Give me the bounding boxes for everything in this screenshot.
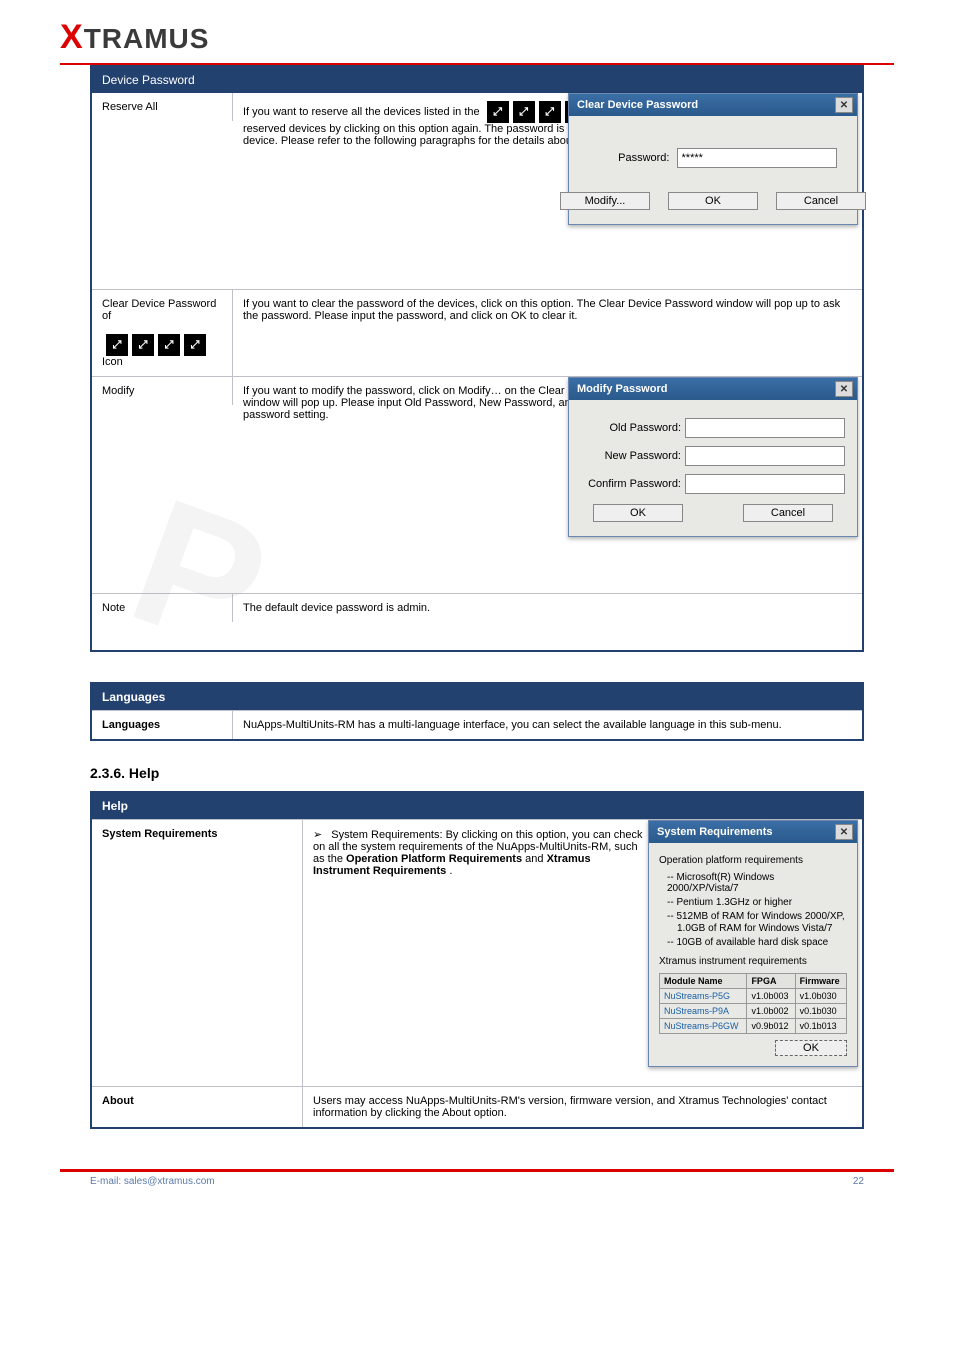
row-reserve-all-desc: If you want to reserve all the devices l… bbox=[233, 93, 862, 289]
dialog-title: Modify Password bbox=[577, 383, 667, 395]
clear-password-dialog: Clear Device Password ✕ Password: Modify… bbox=[568, 93, 858, 225]
dialog-title: Clear Device Password bbox=[577, 99, 698, 111]
page-number: 22 bbox=[853, 1176, 864, 1187]
brand-logo: XTRAMUS bbox=[60, 23, 209, 54]
th-firmware: Firmware bbox=[795, 974, 846, 989]
languages-header: Languages bbox=[92, 684, 862, 710]
languages-left: Languages bbox=[92, 711, 233, 739]
modify-password-dialog: Modify Password ✕ Old Password: New Pass… bbox=[568, 377, 858, 537]
system-requirements-dialog: System Requirements ✕ Operation platform… bbox=[648, 820, 858, 1067]
old-password-input[interactable] bbox=[685, 418, 845, 438]
port-icon: ⤢ bbox=[539, 101, 561, 123]
ok-button[interactable]: OK bbox=[775, 1040, 847, 1056]
sysreq-left: System Requirements bbox=[92, 820, 303, 1086]
password-input[interactable] bbox=[677, 148, 837, 168]
ok-button[interactable]: OK bbox=[593, 504, 683, 522]
device-password-table: Device Password Reserve All If you want … bbox=[90, 65, 864, 652]
req-item: -- 10GB of available hard disk space bbox=[667, 937, 847, 948]
close-icon[interactable]: ✕ bbox=[835, 97, 853, 113]
row-modify-label: Modify bbox=[92, 377, 233, 405]
footer-contact: E-mail: sales@xtramus.com bbox=[90, 1176, 215, 1187]
cancel-button[interactable]: Cancel bbox=[776, 192, 866, 210]
sysreq-desc: ➢ System Requirements: By clicking on th… bbox=[303, 820, 862, 1086]
row-clear-label: Clear Device Password of ⤢ ⤢ ⤢ ⤢ Icon bbox=[92, 290, 233, 376]
device-password-header: Device Password bbox=[92, 67, 862, 93]
bullet-icon: ➢ bbox=[313, 829, 322, 841]
req-item: -- 512MB of RAM for Windows 2000/XP, bbox=[667, 911, 847, 922]
close-icon[interactable]: ✕ bbox=[835, 381, 853, 397]
languages-desc: NuApps-MultiUnits-RM has a multi-languag… bbox=[233, 711, 862, 739]
row-note-label: Note bbox=[92, 594, 233, 622]
req-item: 1.0GB of RAM for Windows Vista/7 bbox=[677, 923, 847, 934]
languages-table: Languages Languages NuApps-MultiUnits-RM… bbox=[90, 682, 864, 741]
modify-button[interactable]: Modify... bbox=[560, 192, 650, 210]
th-fpga: FPGA bbox=[747, 974, 795, 989]
dialog-title: System Requirements bbox=[657, 826, 773, 838]
table-row: NuStreams-P6GW v0.9b012 v0.1b013 bbox=[660, 1019, 847, 1034]
port-icon: ⤢ bbox=[487, 101, 509, 123]
module-table: Module Name FPGA Firmware NuStreams-P5G … bbox=[659, 973, 847, 1034]
help-header: Help bbox=[92, 793, 862, 819]
new-password-input[interactable] bbox=[685, 446, 845, 466]
confirm-password-label: Confirm Password: bbox=[581, 478, 681, 490]
help-section-title: 2.3.6. Help bbox=[90, 765, 864, 781]
port-icon: ⤢ bbox=[184, 334, 206, 356]
old-password-label: Old Password: bbox=[581, 422, 681, 434]
about-left: About bbox=[92, 1087, 303, 1127]
table-row: NuStreams-P9A v1.0b002 v0.1b030 bbox=[660, 1004, 847, 1019]
port-icon: ⤢ bbox=[132, 334, 154, 356]
help-table: Help System Requirements ➢ System Requir… bbox=[90, 791, 864, 1129]
password-label: Password: bbox=[589, 152, 669, 164]
cancel-button[interactable]: Cancel bbox=[743, 504, 833, 522]
row-clear-desc: If you want to clear the password of the… bbox=[233, 290, 862, 330]
row-reserve-all-label: Reserve All bbox=[92, 93, 233, 121]
port-icons: ⤢ ⤢ ⤢ ⤢ bbox=[106, 334, 206, 356]
op-req-header: Operation platform requirements bbox=[659, 855, 847, 866]
req-item: -- Pentium 1.3GHz or higher bbox=[667, 897, 847, 908]
row-modify-desc: If you want to modify the password, clic… bbox=[233, 377, 862, 593]
about-desc: Users may access NuApps-MultiUnits-RM's … bbox=[303, 1087, 862, 1127]
ok-button[interactable]: OK bbox=[668, 192, 758, 210]
row-note-desc: The default device password is admin. bbox=[233, 594, 862, 650]
close-icon[interactable]: ✕ bbox=[835, 824, 853, 840]
port-icon: ⤢ bbox=[513, 101, 535, 123]
req-item: -- Microsoft(R) Windows 2000/XP/Vista/7 bbox=[667, 872, 847, 894]
th-module: Module Name bbox=[660, 974, 747, 989]
new-password-label: New Password: bbox=[581, 450, 681, 462]
table-row: NuStreams-P5G v1.0b003 v1.0b030 bbox=[660, 989, 847, 1004]
inst-req-header: Xtramus instrument requirements bbox=[659, 956, 847, 967]
port-icon: ⤢ bbox=[158, 334, 180, 356]
confirm-password-input[interactable] bbox=[685, 474, 845, 494]
port-icon: ⤢ bbox=[106, 334, 128, 356]
